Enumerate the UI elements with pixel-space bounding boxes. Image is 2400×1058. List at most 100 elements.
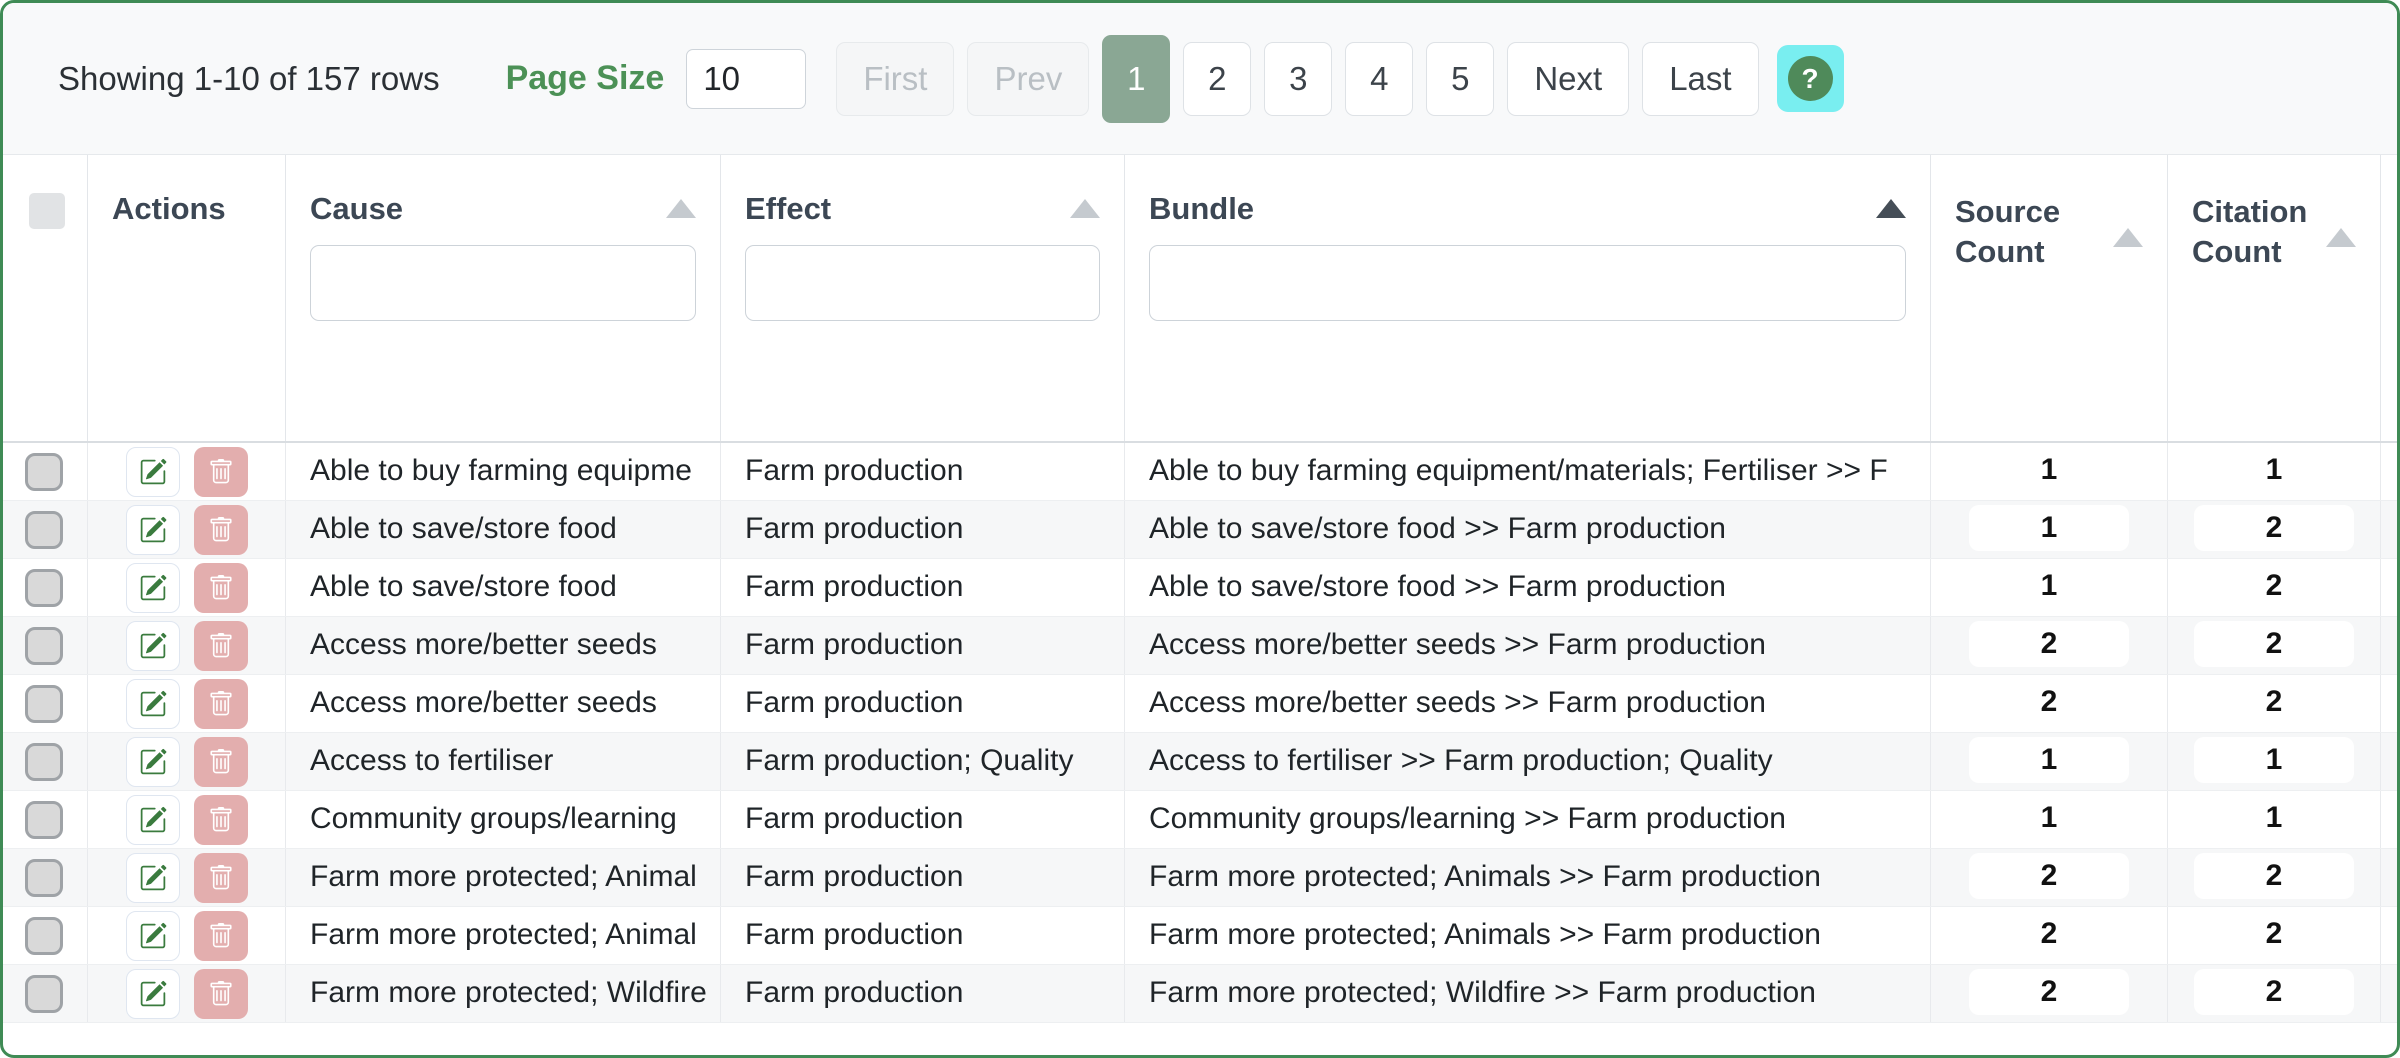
bundle-filter-input[interactable]: [1149, 245, 1906, 321]
citation-count-value: 2: [2194, 621, 2354, 667]
cause-cell: Able to save/store food: [286, 501, 721, 558]
bundle-sort-control[interactable]: Bundle: [1149, 189, 1906, 229]
actions-cell: [88, 617, 286, 674]
cause-cell: Access to fertiliser: [286, 733, 721, 790]
trash-icon: [208, 923, 234, 949]
actions-cell: [88, 559, 286, 616]
row-checkbox[interactable]: [25, 685, 63, 723]
checkbox-cell: [3, 733, 88, 790]
table-row: Access more/better seeds Farm production…: [3, 617, 2397, 675]
cause-cell: Access more/better seeds: [286, 675, 721, 732]
trash-icon: [208, 459, 234, 485]
citation-count-cell: 1: [2168, 443, 2381, 500]
citation-count-value: 1: [2194, 795, 2354, 841]
edit-button[interactable]: [126, 969, 180, 1019]
delete-button[interactable]: [194, 853, 248, 903]
delete-button[interactable]: [194, 447, 248, 497]
cause-cell: Farm more protected; Animal: [286, 907, 721, 964]
source-count-cell: 1: [1931, 443, 2168, 500]
table-row: Able to buy farming equipme Farm product…: [3, 443, 2397, 501]
source-count-sort-control[interactable]: Source Count: [1955, 189, 2143, 275]
next-page-button[interactable]: Next: [1507, 42, 1629, 116]
row-checkbox[interactable]: [25, 453, 63, 491]
cause-cell: Community groups/learning: [286, 791, 721, 848]
cause-filter-input[interactable]: [310, 245, 696, 321]
trash-icon: [208, 691, 234, 717]
table-row: Able to save/store food Farm production …: [3, 501, 2397, 559]
row-filler-cell: [2381, 443, 2400, 500]
first-page-button[interactable]: First: [836, 42, 954, 116]
table-row: Farm more protected; Animal Farm product…: [3, 907, 2397, 965]
edit-button[interactable]: [126, 737, 180, 787]
actions-cell: [88, 791, 286, 848]
source-count-value: 1: [1969, 737, 2129, 783]
delete-button[interactable]: [194, 505, 248, 555]
edit-button[interactable]: [126, 911, 180, 961]
pencil-square-icon: [139, 980, 167, 1008]
edit-button[interactable]: [126, 505, 180, 555]
row-filler-cell: [2381, 965, 2400, 1022]
pencil-square-icon: [139, 632, 167, 660]
row-checkbox[interactable]: [25, 627, 63, 665]
citation-count-cell: 2: [2168, 675, 2381, 732]
bundle-cell: Able to buy farming equipment/materials;…: [1125, 443, 1931, 500]
pagination-toolbar: Showing 1-10 of 157 rows Page Size First…: [3, 3, 2397, 155]
row-checkbox[interactable]: [25, 511, 63, 549]
row-filler-cell: [2381, 501, 2400, 558]
actions-cell: [88, 733, 286, 790]
checkbox-cell: [3, 849, 88, 906]
row-checkbox[interactable]: [25, 859, 63, 897]
pencil-square-icon: [139, 806, 167, 834]
edit-button[interactable]: [126, 795, 180, 845]
source-count-cell: 2: [1931, 965, 2168, 1022]
select-all-header-cell: [3, 155, 88, 441]
effect-filter-input[interactable]: [745, 245, 1100, 321]
table-body: Able to buy farming equipme Farm product…: [3, 443, 2397, 1023]
row-checkbox[interactable]: [25, 917, 63, 955]
delete-button[interactable]: [194, 563, 248, 613]
effect-cell: Farm production: [721, 791, 1125, 848]
row-checkbox[interactable]: [25, 801, 63, 839]
cause-cell: Able to buy farming equipme: [286, 443, 721, 500]
citation-count-cell: 2: [2168, 907, 2381, 964]
bundle-cell: Farm more protected; Animals >> Farm pro…: [1125, 907, 1931, 964]
row-checkbox[interactable]: [25, 975, 63, 1013]
trash-icon: [208, 807, 234, 833]
delete-button[interactable]: [194, 969, 248, 1019]
citation-count-cell: 2: [2168, 849, 2381, 906]
table-row: Farm more protected; Wildfire Farm produ…: [3, 965, 2397, 1023]
delete-button[interactable]: [194, 795, 248, 845]
delete-button[interactable]: [194, 621, 248, 671]
citation-count-value: 1: [2194, 737, 2354, 783]
edit-button[interactable]: [126, 447, 180, 497]
source-count-value: 2: [1969, 621, 2129, 667]
edit-button[interactable]: [126, 621, 180, 671]
edit-button[interactable]: [126, 563, 180, 613]
page-button-2[interactable]: 2: [1183, 42, 1251, 116]
page-button-3[interactable]: 3: [1264, 42, 1332, 116]
cause-sort-control[interactable]: Cause: [310, 189, 696, 229]
row-checkbox[interactable]: [25, 743, 63, 781]
pagination: First Prev 12345 Next Last: [836, 35, 1758, 123]
page-button-5[interactable]: 5: [1426, 42, 1494, 116]
last-page-button[interactable]: Last: [1642, 42, 1758, 116]
effect-cell: Farm production: [721, 965, 1125, 1022]
bundle-cell: Access to fertiliser >> Farm production;…: [1125, 733, 1931, 790]
page-button-4[interactable]: 4: [1345, 42, 1413, 116]
delete-button[interactable]: [194, 679, 248, 729]
edit-button[interactable]: [126, 853, 180, 903]
select-all-checkbox[interactable]: [29, 193, 65, 229]
cause-cell: Able to save/store food: [286, 559, 721, 616]
page-button-1[interactable]: 1: [1102, 35, 1170, 123]
delete-button[interactable]: [194, 737, 248, 787]
cause-cell: Farm more protected; Wildfire: [286, 965, 721, 1022]
pencil-square-icon: [139, 458, 167, 486]
citation-count-sort-control[interactable]: Citation Count: [2192, 189, 2356, 275]
effect-sort-control[interactable]: Effect: [745, 189, 1100, 229]
help-button[interactable]: ?: [1777, 45, 1844, 112]
row-checkbox[interactable]: [25, 569, 63, 607]
prev-page-button[interactable]: Prev: [967, 42, 1089, 116]
delete-button[interactable]: [194, 911, 248, 961]
edit-button[interactable]: [126, 679, 180, 729]
page-size-input[interactable]: [686, 49, 806, 109]
